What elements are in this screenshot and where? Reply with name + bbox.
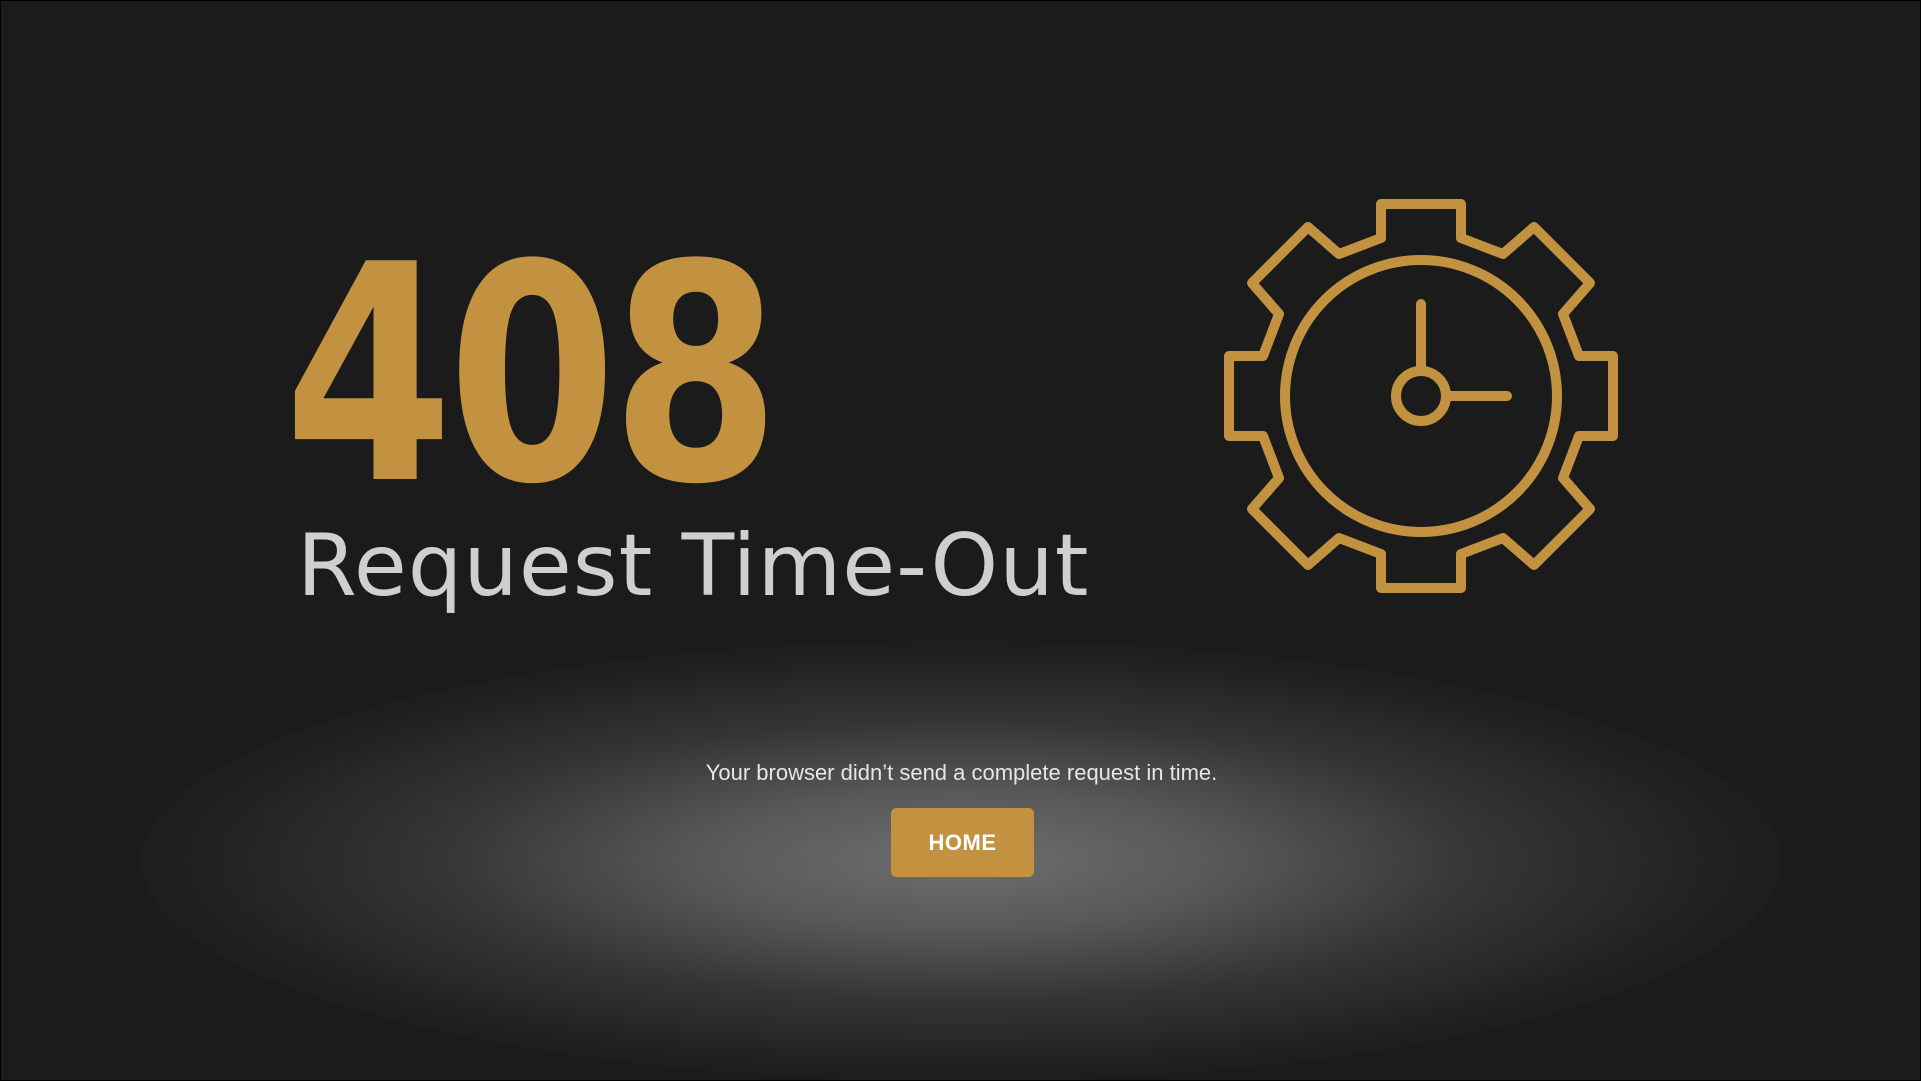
gear-clock-icon — [1224, 199, 1618, 593]
error-page: 408 Request Time-Out Your browser didn’t… — [0, 0, 1921, 1081]
error-title: Request Time-Out — [297, 516, 1090, 616]
clock-center — [1391, 366, 1451, 426]
error-message: Your browser didn’t send a complete requ… — [705, 760, 1218, 785]
home-button[interactable]: HOME — [891, 808, 1034, 877]
error-code: 408 — [284, 201, 780, 550]
